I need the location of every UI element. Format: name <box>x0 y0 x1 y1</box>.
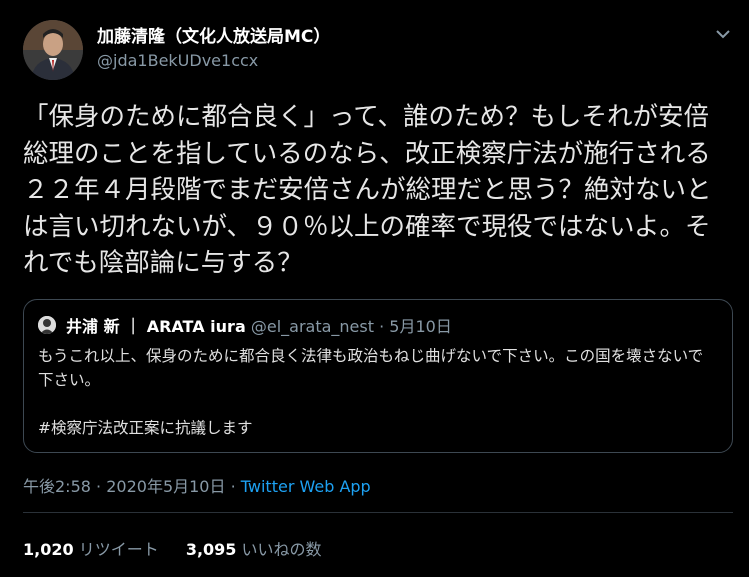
author-handle[interactable]: @jda1BekUDve1ccx <box>97 51 258 70</box>
tweet-card: 加藤清隆（文化人放送局MC） @jda1BekUDve1ccx 「保身のために都… <box>0 0 749 577</box>
likes-stat[interactable]: 3,095 いいねの数 <box>186 540 322 559</box>
retweets-label: リツイート <box>78 540 159 559</box>
quote-author-avatar <box>38 316 56 334</box>
quote-header: 井浦 新 ｜ ARATA iura @el_arata_nest · 5月10日 <box>66 313 452 337</box>
quote-date: 5月10日 <box>389 317 452 336</box>
divider <box>23 512 733 513</box>
quote-separator: · <box>379 317 385 336</box>
quote-author-name: 井浦 新 ｜ ARATA iura <box>66 317 246 336</box>
quote-text: もうこれ以上、保身のために都合良く法律も政治もねじ曲げないで下さい。この国を壊さ… <box>38 347 704 437</box>
likes-label: いいねの数 <box>241 540 322 559</box>
source-app-link[interactable]: Twitter Web App <box>241 477 371 496</box>
retweets-count: 1,020 <box>23 540 74 559</box>
tweet-stats: 1,020 リツイート 3,095 いいねの数 <box>23 536 344 560</box>
chevron-down-icon[interactable] <box>711 22 735 46</box>
quoted-tweet[interactable]: 井浦 新 ｜ ARATA iura @el_arata_nest · 5月10日… <box>23 299 733 453</box>
tweet-time[interactable]: 午後2:58 <box>23 477 91 496</box>
retweets-stat[interactable]: 1,020 リツイート <box>23 540 159 559</box>
meta-separator: · <box>96 477 102 496</box>
tweet-date[interactable]: 2020年5月10日 <box>106 477 225 496</box>
tweet-text: 「保身のために都合良く」って、誰のため？もしそれが安倍総理のことを指しているのな… <box>23 102 712 278</box>
quote-author-handle: @el_arata_nest <box>250 317 374 336</box>
author-name[interactable]: 加藤清隆（文化人放送局MC） <box>97 22 330 47</box>
likes-count: 3,095 <box>185 540 237 559</box>
author-avatar[interactable] <box>23 20 83 80</box>
meta-separator: · <box>230 477 236 496</box>
tweet-meta: 午後2:58 · 2020年5月10日 · Twitter Web App <box>23 473 371 497</box>
